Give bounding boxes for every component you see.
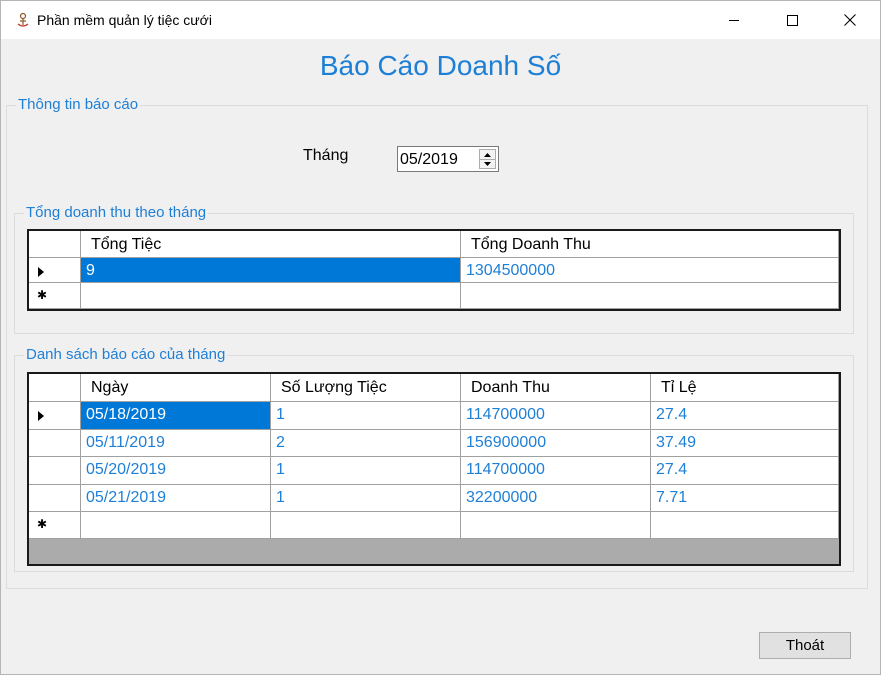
grid-header-row: Ngày Số Lượng Tiệc Doanh Thu Tỉ Lệ	[29, 374, 839, 402]
row-header-current[interactable]	[29, 402, 81, 430]
month-picker[interactable]: 05/2019	[397, 146, 499, 172]
cell-empty[interactable]	[461, 283, 839, 309]
title-bar[interactable]: Phần mềm quản lý tiệc cưới	[1, 1, 880, 39]
row-header-new[interactable]: ✱	[29, 512, 81, 539]
row-header[interactable]	[29, 430, 81, 457]
new-row[interactable]: ✱	[29, 512, 839, 539]
maximize-button[interactable]	[763, 1, 821, 39]
table-row[interactable]: 9 1304500000	[29, 258, 839, 283]
cell-doanh-thu[interactable]: 114700000	[461, 457, 651, 485]
cell-empty[interactable]	[461, 512, 651, 539]
monthly-total-group-title: Tổng doanh thu theo tháng	[24, 204, 209, 221]
row-header[interactable]	[29, 457, 81, 485]
window-title: Phần mềm quản lý tiệc cưới	[37, 12, 212, 28]
cell-ngay[interactable]: 05/20/2019	[81, 457, 271, 485]
caret-down-icon	[484, 162, 491, 166]
month-value[interactable]: 05/2019	[400, 151, 458, 169]
column-header-doanh-thu[interactable]: Doanh Thu	[461, 374, 651, 402]
cell-doanh-thu[interactable]: 32200000	[461, 485, 651, 512]
cell-so-luong-tiec[interactable]: 1	[271, 485, 461, 512]
spin-up-button[interactable]	[480, 150, 495, 159]
row-header-current[interactable]	[29, 258, 81, 283]
cell-tong-doanh-thu[interactable]: 1304500000	[461, 258, 839, 283]
table-row[interactable]: 05/18/2019 1 114700000 27.4	[29, 402, 839, 430]
spin-down-button[interactable]	[480, 159, 495, 168]
minimize-button[interactable]	[705, 1, 763, 39]
cell-ti-le[interactable]: 7.71	[651, 485, 839, 512]
current-row-arrow-icon	[38, 411, 44, 421]
cell-ngay[interactable]: 05/11/2019	[81, 430, 271, 457]
monthly-report-grid[interactable]: Ngày Số Lượng Tiệc Doanh Thu Tỉ Lệ 05/18…	[27, 372, 841, 566]
cell-so-luong-tiec[interactable]: 1	[271, 402, 461, 430]
table-row[interactable]: 05/11/2019 2 156900000 37.49	[29, 430, 839, 457]
cell-empty[interactable]	[651, 512, 839, 539]
report-info-group-title: Thông tin báo cáo	[16, 96, 141, 113]
cell-empty[interactable]	[81, 283, 461, 309]
column-header-tong-doanh-thu[interactable]: Tổng Doanh Thu	[461, 231, 839, 258]
cell-so-luong-tiec[interactable]: 1	[271, 457, 461, 485]
cell-ti-le[interactable]: 37.49	[651, 430, 839, 457]
cell-empty[interactable]	[81, 512, 271, 539]
cell-ngay[interactable]: 05/18/2019	[81, 402, 271, 430]
cell-so-luong-tiec[interactable]: 2	[271, 430, 461, 457]
minimize-icon	[729, 20, 739, 21]
close-icon	[844, 14, 856, 26]
cell-ti-le[interactable]: 27.4	[651, 402, 839, 430]
grid-header-row: Tổng Tiệc Tổng Doanh Thu	[29, 231, 839, 258]
row-header-corner	[29, 374, 81, 402]
cell-empty[interactable]	[271, 512, 461, 539]
cell-ti-le[interactable]: 27.4	[651, 457, 839, 485]
row-header-new[interactable]: ✱	[29, 283, 81, 309]
monthly-report-list-group-title: Danh sách báo cáo của tháng	[24, 346, 228, 363]
app-window: Phần mềm quản lý tiệc cưới Báo Cáo Doanh…	[0, 0, 881, 675]
new-row-asterisk-icon: ✱	[37, 288, 48, 302]
month-spinner[interactable]	[479, 149, 496, 169]
column-header-ngay[interactable]: Ngày	[81, 374, 271, 402]
page-title: Báo Cáo Doanh Số	[319, 50, 562, 81]
new-row-asterisk-icon: ✱	[37, 517, 48, 531]
exit-button[interactable]: Thoát	[759, 632, 851, 659]
cell-doanh-thu[interactable]: 114700000	[461, 402, 651, 430]
cell-ngay[interactable]: 05/21/2019	[81, 485, 271, 512]
current-row-arrow-icon	[38, 267, 44, 277]
cell-tong-tiec[interactable]: 9	[81, 258, 461, 283]
monthly-total-grid[interactable]: Tổng Tiệc Tổng Doanh Thu 9 1304500000 ✱	[27, 229, 841, 311]
table-row[interactable]: 05/20/2019 1 114700000 27.4	[29, 457, 839, 485]
month-label: Tháng	[303, 147, 349, 164]
maximize-icon	[786, 14, 798, 26]
row-header[interactable]	[29, 485, 81, 512]
column-header-tong-tiec[interactable]: Tổng Tiệc	[81, 231, 461, 258]
caret-up-icon	[484, 152, 491, 157]
column-header-so-luong-tiec[interactable]: Số Lượng Tiệc	[271, 374, 461, 402]
new-row[interactable]: ✱	[29, 283, 839, 309]
table-row[interactable]: 05/21/2019 1 32200000 7.71	[29, 485, 839, 512]
wedding-app-icon	[17, 12, 29, 27]
cell-doanh-thu[interactable]: 156900000	[461, 430, 651, 457]
row-header-corner	[29, 231, 81, 258]
column-header-ti-le[interactable]: Tỉ Lệ	[651, 374, 839, 402]
close-button[interactable]	[821, 1, 879, 39]
